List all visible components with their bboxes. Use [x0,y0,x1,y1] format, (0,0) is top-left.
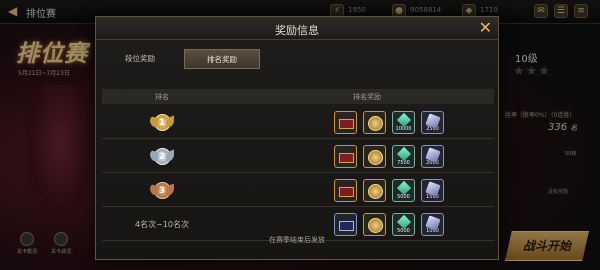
crystal-icon[interactable]: 2000 [421,145,444,168]
gold-coin-icon[interactable] [363,111,386,134]
reward-items: 5000 1000 [334,213,444,236]
table-row: 3 5000 1500 [102,174,494,207]
rank-range-label: 4名次~10名次 [135,220,189,229]
item-quantity: 5000 [397,194,410,200]
crystal-icon[interactable]: 1500 [421,179,444,202]
item-quantity: 5000 [397,228,410,234]
table-row: 2 7500 2000 [102,140,494,173]
gold-coin-icon[interactable] [363,213,386,236]
green-gem-icon[interactable]: 10000 [392,111,415,134]
reward-tabs: 段位奖励 排名奖励 [102,49,260,69]
crystal-icon[interactable]: 1000 [421,213,444,236]
reward-items: 5000 1500 [334,179,444,202]
green-gem-icon[interactable]: 5000 [392,179,415,202]
reward-items: 10000 2500 [334,111,444,134]
modal-title: 奖励信息 [275,24,319,37]
item-quantity: 1500 [426,194,439,200]
green-gem-icon[interactable]: 7500 [392,145,415,168]
reward-info-modal: 奖励信息 ✕ 段位奖励 排名奖励 排名 排名奖励 1 10000 2500 2 [95,16,499,260]
item-quantity: 2500 [426,126,439,132]
rank-cell: 2 [102,140,222,173]
item-quantity: 10000 [395,126,412,132]
rank-cell: 1 [102,106,222,139]
item-quantity: 7500 [397,160,410,166]
tab-rank-reward[interactable]: 排名奖励 [184,49,260,69]
column-rank: 排名 [155,93,169,101]
green-gem-icon[interactable]: 5000 [392,213,415,236]
item-quantity: 2000 [426,160,439,166]
red-chest-icon[interactable] [334,111,357,134]
rank-cell: 3 [102,174,222,207]
footer-note: 在赛季结束后发放 [269,236,325,244]
gold-coin-icon[interactable] [363,145,386,168]
table-row: 1 10000 2500 [102,106,494,139]
reward-items: 7500 2000 [334,145,444,168]
column-reward: 排名奖励 [353,93,381,101]
bronze-medal-icon: 3 [150,180,174,202]
table-header: 排名 排名奖励 [102,89,494,104]
red-chest-icon[interactable] [334,145,357,168]
tab-tier-reward[interactable]: 段位奖励 [102,49,178,69]
red-chest-icon[interactable] [334,179,357,202]
gold-coin-icon[interactable] [363,179,386,202]
modal-header: 奖励信息 ✕ [96,17,498,40]
close-x-icon[interactable]: ✕ [479,20,492,36]
gold-medal-icon: 1 [150,112,174,134]
crystal-icon[interactable]: 2500 [421,111,444,134]
item-quantity: 1000 [426,228,439,234]
silver-medal-icon: 2 [150,146,174,168]
blue-chest-icon[interactable] [334,213,357,236]
